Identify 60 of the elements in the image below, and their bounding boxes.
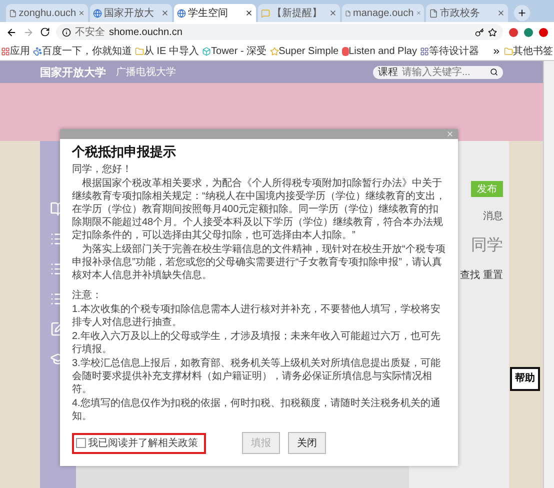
note-item: 2.年收入六万及以上的父母或学生，才涉及填报；未来年收入可能超过六万，也可先行填报。 [72,330,442,356]
notice-paragraph: 根据国家个税改革相关要求，为配合《个人所得税专项附加扣除暂行办法》中关于继续教育专项扣除相关规定：“纳税人在中国境内接受学历（学位）继续教育的支出，在学历（学位）教育期间按照每月400元定额扣除。同一学历（学位）继续教育的扣除期限不能超过48个月。个人接受本科及以下学历（学位）继续教育，符合本办法规定扣除条件的，可以选择由其父母扣除，也可选择由本人扣除。” [72,177,446,242]
greeting-text: 同学，您好！ [72,163,133,176]
star-icon [270,46,279,56]
back-icon[interactable] [6,26,17,38]
browser-tab[interactable]: 学生空间 [174,4,256,22]
bookmark-item[interactable]: 等待设计器 [420,44,479,58]
messages-label: 消息 [483,210,503,223]
reset-button[interactable]: 重置 [483,268,503,282]
browser-tab[interactable]: manage.ouch [342,4,424,22]
help-button[interactable]: 帮助 [510,367,540,391]
page-icon [9,8,17,18]
bookmark-item[interactable]: 从 IE 中导入 [135,44,200,58]
browser-tab[interactable]: 国家开放大 [90,4,172,22]
classmates-heading: 同学 [471,236,503,256]
bookmark-item[interactable]: 百度一下，你就知道 [33,44,132,58]
paw-icon [33,46,42,56]
note-item: 4.您填写的信息仅作为扣税的依据，何时扣税、扣税额度，请随时关注税务机关的通知。 [72,397,442,423]
close-button[interactable]: 关闭 [288,432,326,454]
apps-icon [1,46,10,56]
folder-icon [504,46,513,56]
page-icon [345,8,352,18]
notice-paragraph: 为落实上级部门关于完善在校生学籍信息的文件精神，现针对在校生开放“个税专项申报补录信息”功能，若您或您的父母确实需要进行“子女教育专项扣除申报”，请认真核对本人信息并补填缺失信息。 [72,243,446,282]
browser-tab[interactable]: 市政校务 [426,4,508,22]
bookmark-item[interactable]: 其他书签 [504,44,553,58]
note-item: 1.本次收集的个税专项扣除信息需本人进行核对并补充，不要替他人填写，学校将安排专人对信息进行抽查。 [72,303,442,329]
notes-title: 注意： [72,289,103,302]
globe-icon [93,8,102,18]
bookmark-item[interactable]: Listen and Play [342,46,417,56]
scrollbar[interactable] [543,61,554,488]
bookmark-item[interactable]: 应用 [1,44,30,58]
grid-icon [420,46,429,56]
page-icon [429,8,438,18]
security-label: 不安全 [75,26,105,39]
s-logo-icon [342,46,349,56]
note-item: 3.学校汇总信息上报后，如教育部、税务机关等上级机关对所填信息提出质疑，可能会随时要求提供补充支撑材料（如户籍证明），请务必保证所填信息与实际情况相符。 [72,357,442,396]
more-icon[interactable] [492,46,501,56]
chat-icon [261,8,270,18]
plus-icon [517,8,527,18]
close-icon[interactable] [245,9,253,17]
find-button[interactable]: 查找 [460,268,480,282]
globe-icon [177,8,186,18]
info-icon [62,28,71,36]
browser-tab[interactable]: zonghu.ouch [6,4,88,22]
cube-icon [202,46,212,56]
reload-icon[interactable] [40,27,50,37]
search-field[interactable]: 课程 请输入关键字... [373,66,503,78]
bookmark-star-icon[interactable] [488,28,497,36]
bookmark-item[interactable]: Tower - 深受 [202,44,267,58]
key-icon[interactable] [475,28,484,36]
dialog-title: 个税抵扣申报提示 [72,145,177,158]
new-tab-button[interactable] [514,5,530,21]
search-icon[interactable] [490,68,498,76]
address-bar[interactable]: 不安全 shome.ouchn.cn [56,24,503,40]
site-sublogo: 广播电视大学 [116,66,176,79]
folder-icon [135,46,144,56]
url-text: shome.ouchn.cn [109,26,182,38]
browser-tab[interactable]: 【新提醒】 [258,4,340,22]
agree-checkbox[interactable]: 我已阅读并了解相关政策 [72,432,206,454]
bookmark-item[interactable]: Super Simple [270,46,339,56]
